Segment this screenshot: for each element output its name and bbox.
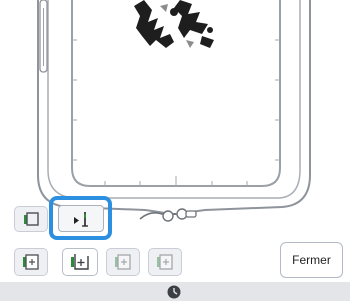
clock-icon[interactable] [166,284,182,300]
close-button-label: Fermer [292,253,331,267]
close-button[interactable]: Fermer [280,242,343,278]
embroidery-design-image [134,0,214,48]
frame-plus-icon [115,254,131,270]
trace-button[interactable] [58,205,104,232]
frame-mode-button-4[interactable] [148,248,182,276]
embroidery-edit-screen: Fermer [0,0,350,301]
frame-plus-icon [23,254,39,270]
frame-mode-button-1[interactable] [14,248,48,276]
frame-mode-button-2[interactable] [62,248,98,276]
frame-toggle-button[interactable] [14,206,48,232]
trace-play-icon [74,211,88,227]
frame-plus-icon [71,254,89,270]
frame-mode-button-3[interactable] [106,248,140,276]
frame-plus-icon [157,254,173,270]
frame-outline-icon [24,212,39,226]
